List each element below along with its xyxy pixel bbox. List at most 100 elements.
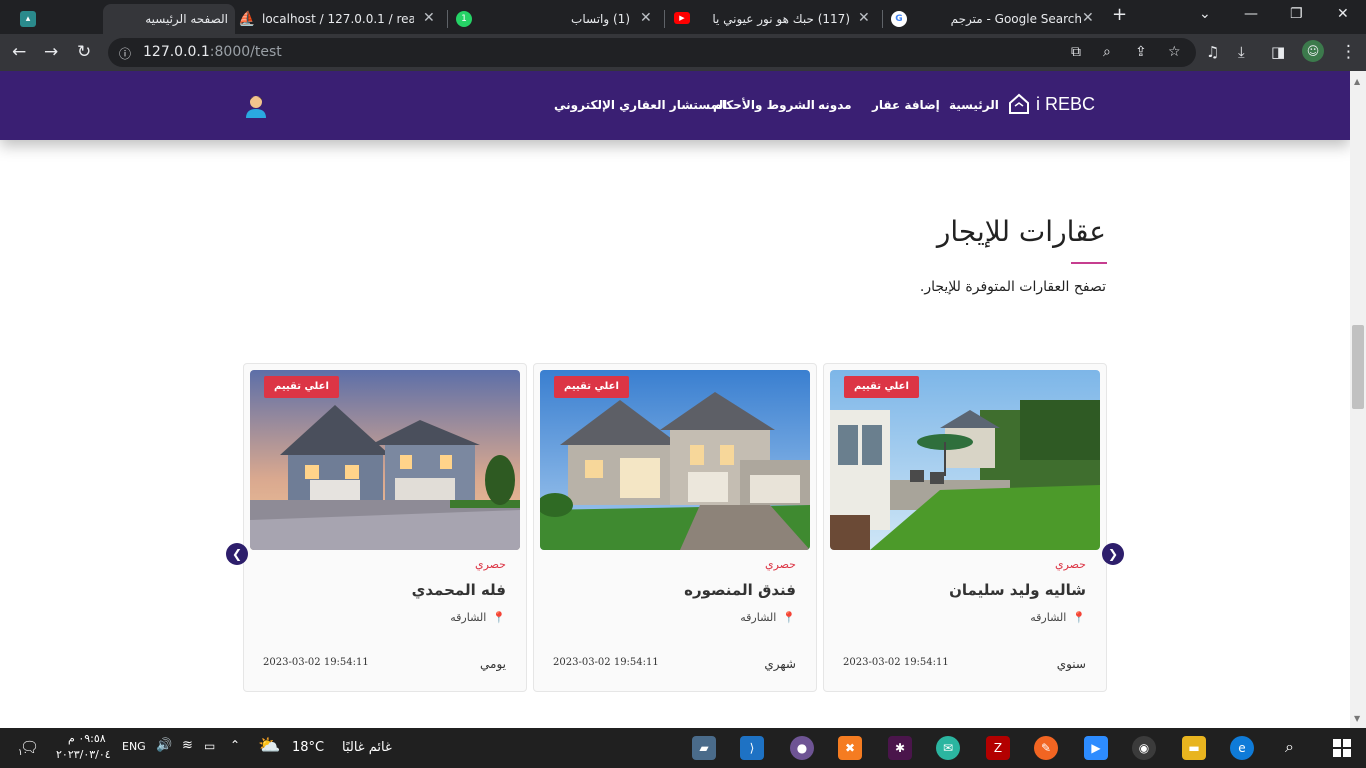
listing-date: 2023-03-02 19:54:11 [263,657,369,668]
minimize-icon[interactable]: — [1244,6,1258,22]
address-bar[interactable]: ⓘ 127.0.0.1:8000/test ⧉ ⌕ ⇪ ☆ [108,38,1196,67]
messenger-icon[interactable]: ✉ [936,736,960,760]
property-name[interactable]: فله المحمدي [412,581,506,599]
tab-youtube-title: (117) حبك هو نور عيوني يا [712,12,850,26]
location-pin-icon: 📍 [782,611,796,624]
window-close-icon[interactable]: ✕ [1337,6,1349,22]
menu-icon[interactable]: ⋮ [1340,42,1357,62]
rent-period: سنوي [1056,657,1086,671]
postman-icon[interactable]: ✎ [1034,736,1058,760]
tab-separator [882,10,883,28]
share-icon[interactable]: ⇪ [1135,44,1147,60]
exclusive-label: حصري [1054,558,1086,571]
google-icon: G [891,11,907,27]
chrome-icon[interactable]: ◉ [1132,736,1156,760]
url-text: 127.0.0.1:8000/test [143,44,282,60]
tab-home[interactable]: الصفحه الرئيسيه [103,4,235,34]
tab-strip: ▴ الصفحه الرئيسيه ⛵ localhost / 127.0.0.… [0,0,1366,34]
scrollbar-thumb[interactable] [1352,325,1364,409]
property-card[interactable]: اعلي تقييم حصري شاليه وليد سليمان 📍 الشار… [823,363,1107,692]
slack-icon[interactable]: ✱ [888,736,912,760]
forward-icon[interactable]: → [44,42,58,62]
carousel-prev-button[interactable]: ❮ [226,543,248,565]
nav-terms[interactable]: الشروط والأحكام [713,98,815,112]
logo-text: i REBC [1036,93,1096,114]
property-name[interactable]: فندق المنصوره [684,581,796,599]
back-icon[interactable]: ← [12,42,26,62]
close-icon[interactable]: ✕ [1082,10,1094,26]
home-icon [1009,93,1029,114]
start-icon[interactable] [1330,736,1354,760]
scroll-down-icon[interactable]: ▼ [1354,714,1360,723]
tab-whatsapp[interactable]: 1 (1) واتساب ✕ [450,4,662,34]
weather-icon[interactable]: ⛅ [258,735,280,756]
chevron-up-icon[interactable]: ⌃ [230,738,240,752]
listing-date: 2023-03-02 19:54:11 [843,657,949,668]
notes-app-icon[interactable]: ▰ [692,736,716,760]
restore-icon[interactable]: ❐ [1290,6,1303,22]
tab-youtube[interactable]: ▶ (117) حبك هو نور عيوني يا ✕ [668,4,880,34]
property-name[interactable]: شاليه وليد سليمان [949,581,1086,599]
close-icon[interactable]: ✕ [858,10,870,26]
search-icon[interactable]: ⌕ [1285,737,1294,757]
url-path: :8000/test [209,44,282,60]
windows-taskbar: 🗨 ١٠ ٠٩:٥٨ م ٢٠٢٣/٠٣/٠٤ ENG 🔊 ≋ ▭ ⌃ ⛅ 18… [0,728,1366,768]
close-icon[interactable]: ✕ [640,10,652,26]
language-indicator[interactable]: ENG [122,740,146,753]
close-icon[interactable]: ✕ [423,10,435,26]
tab-phpmyadmin[interactable]: ⛵ localhost / 127.0.0.1 / real_es ✕ [235,4,445,34]
listing-date: 2023-03-02 19:54:11 [553,657,659,668]
tab-google[interactable]: G Google Search - مترجم ✕ [886,4,1100,34]
reload-icon[interactable]: ↻ [77,42,91,62]
scroll-up-icon[interactable]: ▲ [1354,77,1360,86]
clock-date[interactable]: ٢٠٢٣/٠٣/٠٤ [56,748,111,761]
download-icon[interactable]: ⤓ [1238,42,1245,62]
title-underline [1071,262,1107,264]
profile-avatar[interactable]: ☺ [1302,40,1324,62]
property-card[interactable]: اعلي تقييم حصري فله المحمدي 📍 الشارقه يوم… [243,363,527,692]
battery-icon[interactable]: ▭ [204,739,215,753]
rent-period: يومي [480,657,506,671]
translate-icon[interactable]: ⧉ [1071,44,1081,60]
user-icon[interactable] [245,94,267,118]
section-title: عقارات للإيجار [936,215,1106,248]
carousel-next-button[interactable]: ❯ [1102,543,1124,565]
page-scrollbar[interactable]: ▲ ▼ [1350,71,1366,728]
site-info-icon[interactable]: ⓘ [119,45,131,62]
new-tab-icon[interactable]: + [1112,4,1127,25]
zoom-icon[interactable]: ⌕ [1103,44,1111,60]
xampp-icon[interactable]: ✖ [838,736,862,760]
nav-blog[interactable]: مدونه [818,98,852,112]
vscode-icon[interactable]: ⟩ [740,736,764,760]
media-control-icon[interactable]: ♫ [1206,42,1219,62]
file-explorer-icon[interactable]: ▬ [1182,736,1206,760]
property-location: 📍 الشارقه [740,611,796,624]
url-host: 127.0.0.1 [143,44,210,60]
weather-temp[interactable]: 18°C [292,740,324,755]
tab-search-dropdown[interactable]: ▴ [8,4,103,34]
property-card[interactable]: اعلي تقييم حصري فندق المنصوره 📍 الشارقه ش… [533,363,817,692]
zoom-app-icon[interactable]: ▶ [1084,736,1108,760]
filezilla-icon[interactable]: Z [986,736,1010,760]
wifi-icon[interactable]: ≋ [182,738,193,753]
tab-whatsapp-title: (1) واتساب [571,12,630,26]
nav-consultant[interactable]: المستشار العقاري الإلكتروني [554,98,727,112]
tab-search-icon[interactable]: ⌄ [1199,6,1211,22]
weather-text[interactable]: غائم غالبًا [342,740,392,755]
phpmyadmin-icon: ⛵ [238,11,256,27]
top-rated-badge: اعلي تقييم [264,376,339,398]
location-text: الشارقه [740,611,777,624]
web-page: i REBC الرئيسية إضافة عقار مدونه الشروط … [0,71,1350,728]
nav-home[interactable]: الرئيسية [949,98,999,112]
site-logo[interactable]: i REBC [1008,93,1095,115]
bookmark-star-icon[interactable]: ☆ [1168,44,1181,60]
edge-icon[interactable]: e [1230,736,1254,760]
tab-google-title: Google Search - مترجم [950,12,1082,26]
github-icon[interactable]: ● [790,736,814,760]
volume-icon[interactable]: 🔊 [156,738,172,753]
location-text: الشارقه [450,611,487,624]
top-rated-badge: اعلي تقييم [844,376,919,398]
side-panel-icon[interactable]: ◨ [1271,42,1285,62]
clock-time[interactable]: ٠٩:٥٨ م [68,732,106,745]
nav-add-property[interactable]: إضافة عقار [872,98,940,112]
